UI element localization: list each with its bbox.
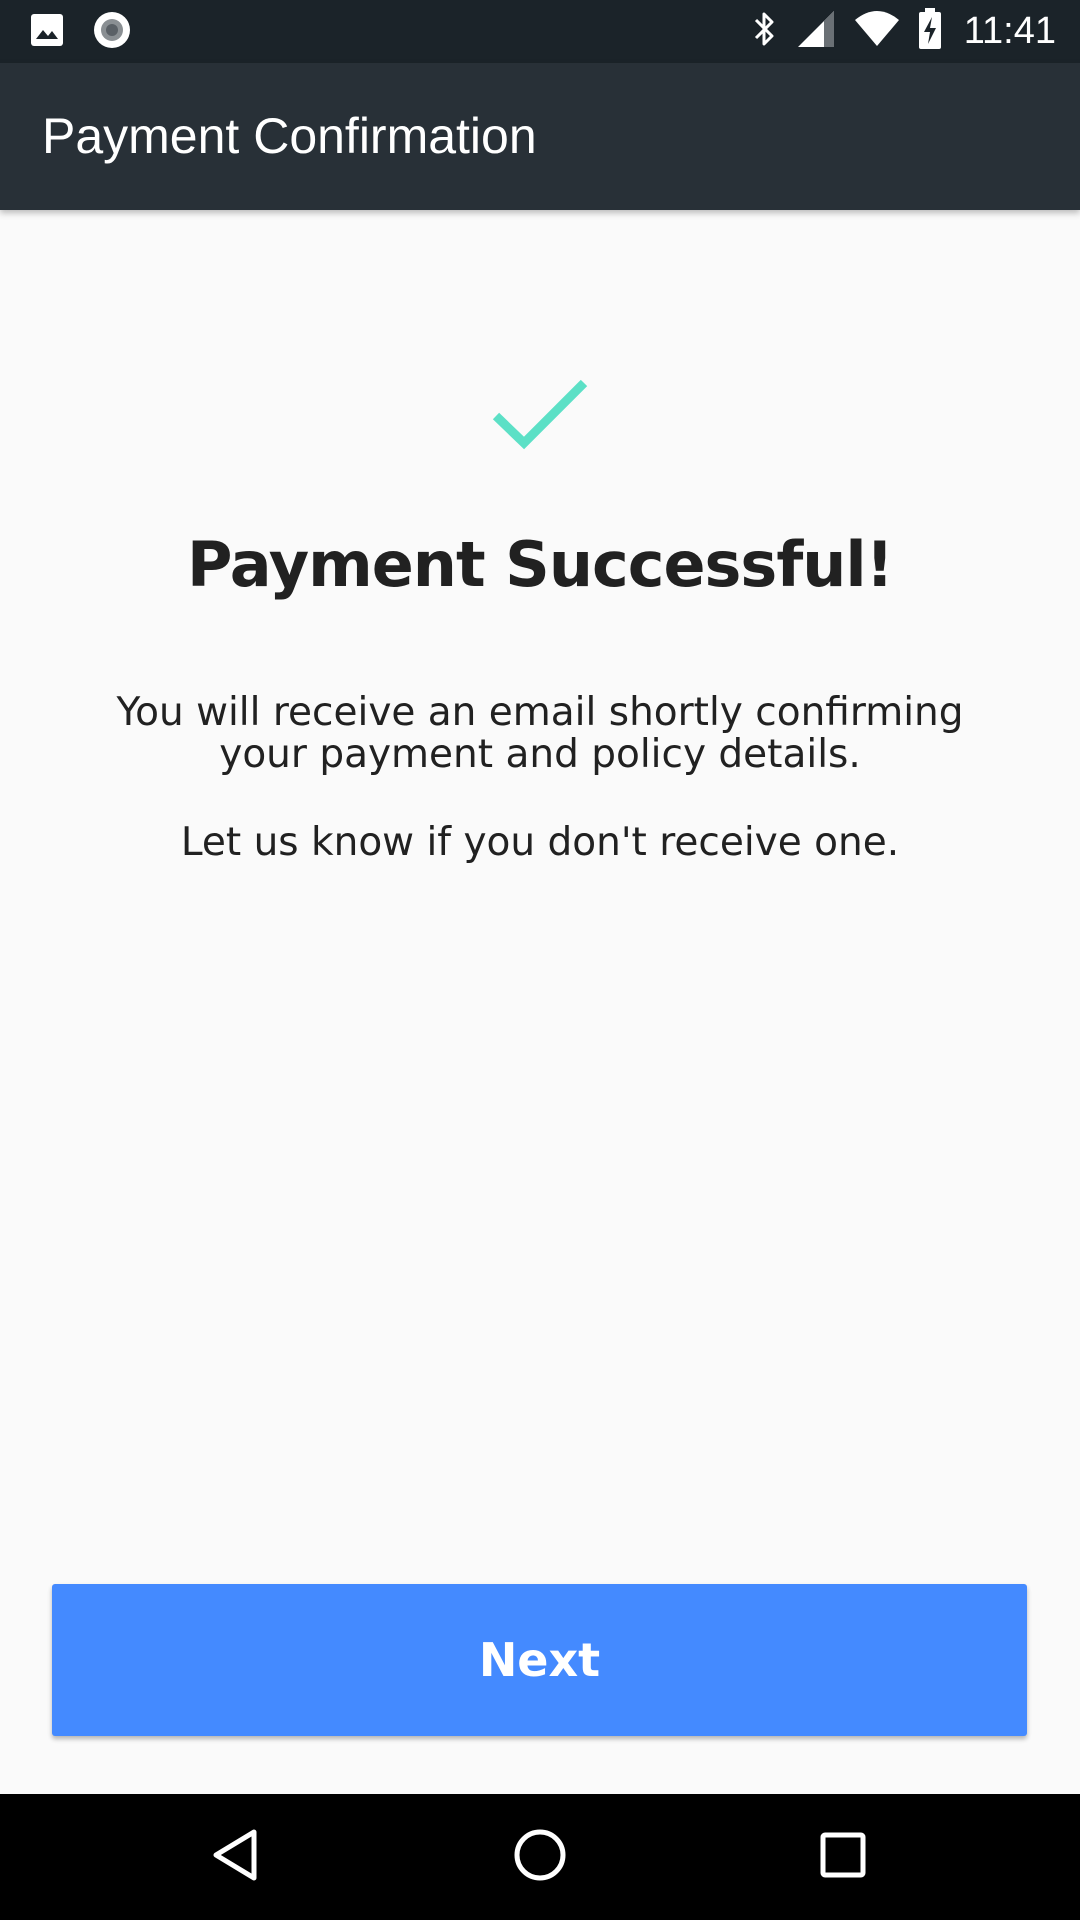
app-bar: Payment Confirmation <box>0 63 1080 210</box>
record-icon <box>92 10 132 55</box>
home-icon <box>513 1828 567 1887</box>
wifi-icon <box>854 10 900 53</box>
navigation-bar <box>0 1794 1080 1920</box>
next-button[interactable]: Next <box>52 1584 1027 1736</box>
recents-icon <box>819 1831 867 1884</box>
cell-signal-icon <box>796 9 836 54</box>
success-headline: Payment Successful! <box>187 528 894 601</box>
confirmation-message: You will receive an email shortly confir… <box>116 690 964 777</box>
status-time: 11:41 <box>963 10 1056 52</box>
bluetooth-icon <box>752 10 778 53</box>
back-button[interactable] <box>155 1794 315 1920</box>
support-message: Let us know if you don't receive one. <box>180 820 900 865</box>
image-icon <box>30 13 64 52</box>
status-bar: 11:41 <box>0 0 1080 63</box>
recents-button[interactable] <box>763 1794 923 1920</box>
home-button[interactable] <box>460 1794 620 1920</box>
page-title: Payment Confirmation <box>42 108 537 164</box>
checkmark-icon <box>490 372 590 452</box>
battery-charging-icon <box>918 8 942 55</box>
back-icon <box>210 1828 260 1887</box>
